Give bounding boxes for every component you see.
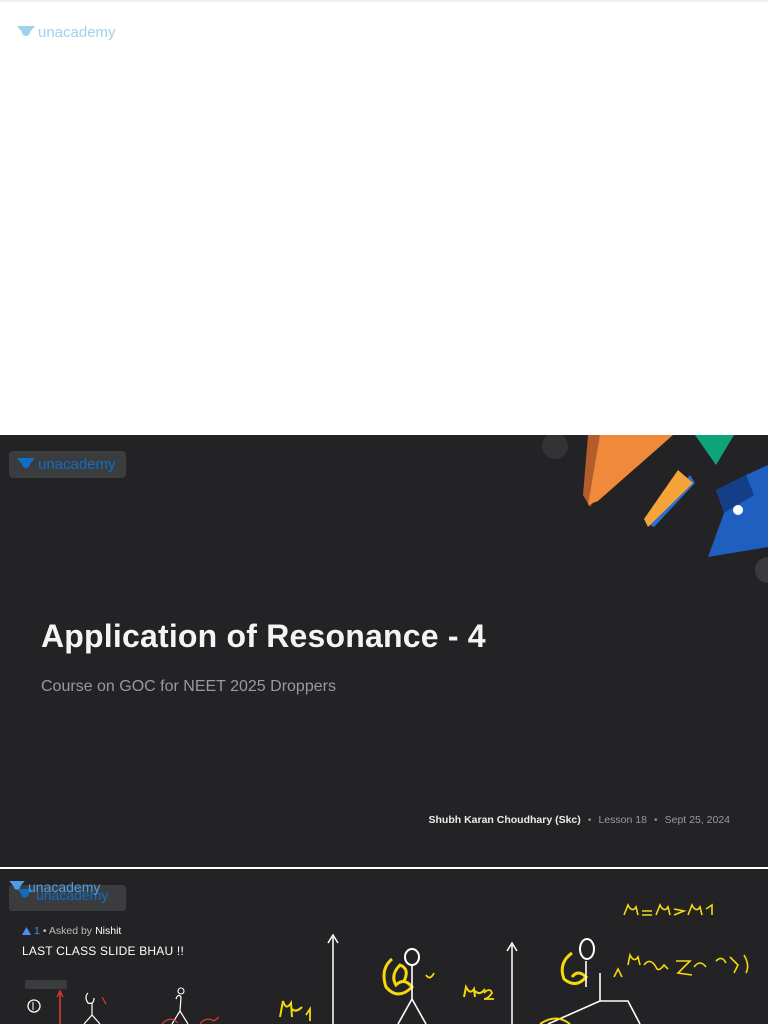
lesson-number: Lesson 18	[598, 814, 647, 826]
separator: •	[653, 814, 658, 826]
whiteboard-slide: unacademy unacademy 1 • Asked by Nishit …	[0, 869, 768, 1024]
unacademy-logo-icon	[17, 25, 35, 36]
slide-subtitle: Course on GOC for NEET 2025 Droppers	[41, 678, 336, 695]
brand-name: unacademy	[38, 24, 116, 41]
decorative-shapes	[542, 435, 768, 583]
slide-brand-logo: unacademy	[17, 456, 116, 473]
separator: •	[587, 814, 592, 826]
brand-logo: unacademy	[17, 24, 116, 41]
title-slide: unacademy Application of Resonance - 4 C…	[0, 435, 768, 867]
handwritten-annotations	[25, 903, 749, 1024]
slide-footer: Shubh Karan Choudhary (Skc) • Lesson 18 …	[0, 814, 731, 826]
slide-title: Application of Resonance - 4	[41, 618, 486, 654]
blank-area: unacademy	[0, 0, 768, 435]
educator-name: Shubh Karan Choudhary (Skc)	[428, 814, 581, 826]
brand-name: unacademy	[38, 456, 116, 473]
unacademy-logo-icon	[17, 457, 35, 468]
lesson-date: Sept 25, 2024	[664, 814, 730, 826]
